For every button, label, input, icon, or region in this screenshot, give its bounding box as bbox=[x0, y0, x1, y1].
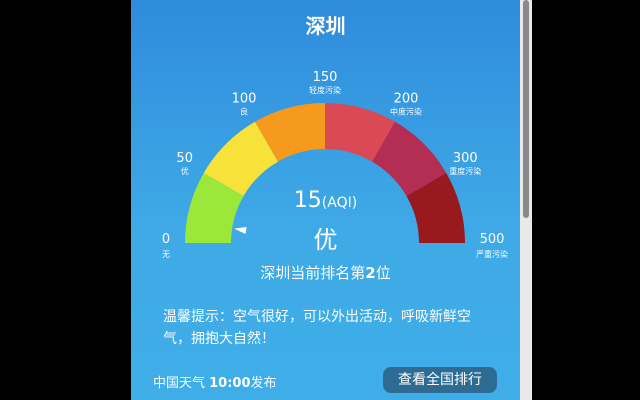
publish-suffix: 发布 bbox=[250, 376, 277, 391]
gauge-tick-value: 300 bbox=[453, 151, 478, 166]
gauge-tick-value: 50 bbox=[176, 151, 193, 166]
publish-time: 10:00 bbox=[209, 376, 251, 391]
aqi-value-display: 15(AQI) bbox=[131, 188, 520, 213]
air-quality-panel: 深圳 0 无 50 优 100 良 150 轻度污染 200 中度污染 300 重度污染 500 严重污染… bbox=[131, 0, 520, 400]
health-tip: 温馨提示：空气很好，可以外出活动，呼吸新鲜空气，拥抱大自然！ bbox=[163, 309, 471, 347]
publish-info: 中国天气 10:00发布 bbox=[153, 372, 277, 391]
gauge-tick-value: 100 bbox=[232, 92, 257, 107]
publish-source: 中国天气 bbox=[153, 376, 210, 391]
gauge-tick-label: 中度污染 bbox=[390, 107, 422, 117]
aqi-level: 优 bbox=[313, 226, 338, 254]
gauge-tick-label: 轻度污染 bbox=[309, 85, 341, 95]
gauge-tick-label: 重度污染 bbox=[449, 166, 481, 176]
aqi-value: 15 bbox=[293, 188, 322, 213]
aqi-unit: (AQI) bbox=[321, 195, 358, 211]
view-national-ranking-button[interactable]: 查看全国排行 bbox=[383, 367, 497, 393]
gauge-tick-value: 150 bbox=[313, 70, 338, 85]
rank-prefix: 深圳当前排名第 bbox=[260, 264, 366, 282]
gauge-tick-label: 优 bbox=[181, 166, 189, 176]
scrollbar-thumb[interactable] bbox=[523, 0, 529, 218]
gauge-tick-label: 良 bbox=[240, 107, 248, 117]
city-rank: 深圳当前排名第2位 bbox=[131, 262, 520, 283]
rank-suffix: 位 bbox=[375, 264, 391, 282]
gauge-tick-value: 200 bbox=[394, 92, 419, 107]
rank-number: 2 bbox=[365, 264, 376, 282]
